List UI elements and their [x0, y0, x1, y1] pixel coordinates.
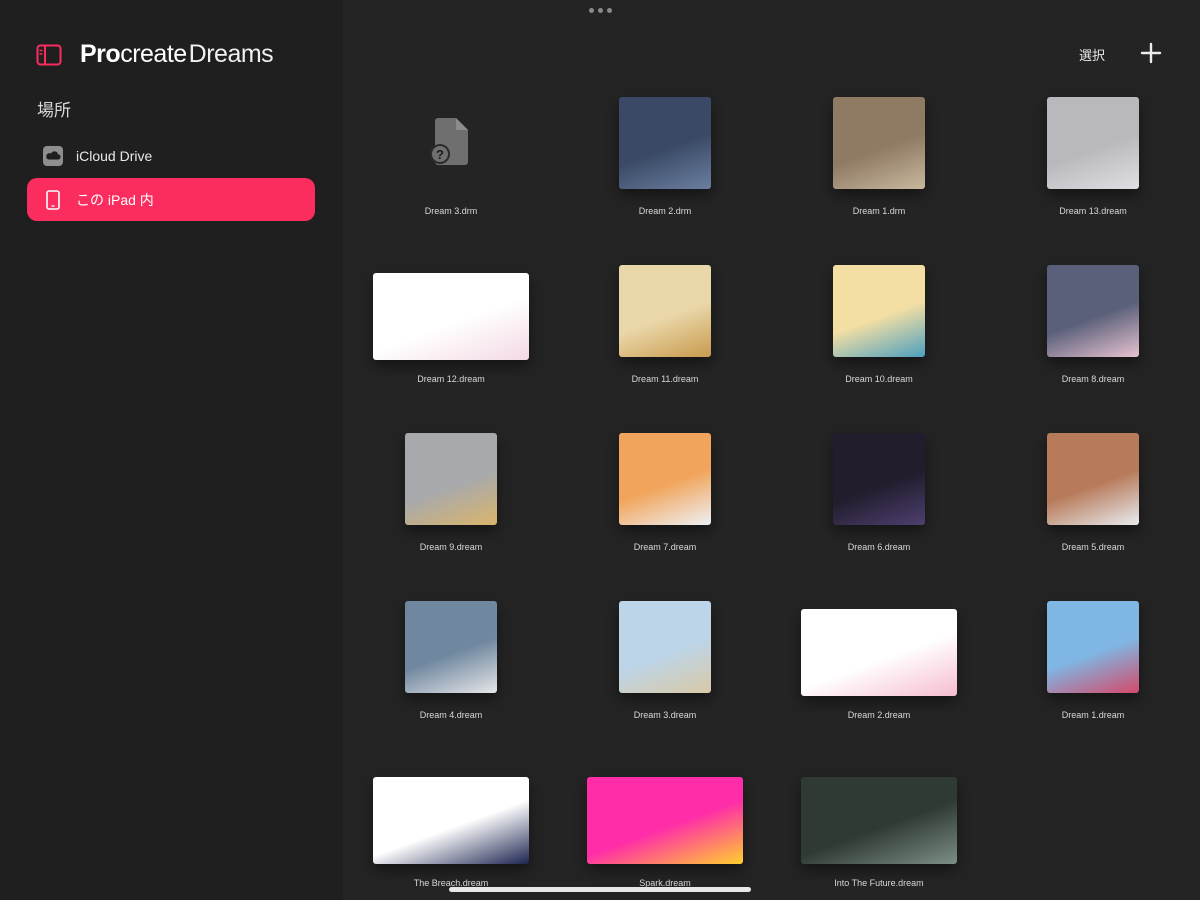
- file-thumbnail: [801, 777, 957, 864]
- location-label: この iPad 内: [76, 191, 154, 208]
- ipad-icon: [42, 189, 64, 211]
- file-tile[interactable]: Dream 9.dream: [344, 428, 558, 596]
- locations-section-title: 場所: [37, 101, 71, 120]
- file-tile[interactable]: Dream 12.dream: [344, 260, 558, 428]
- file-tile[interactable]: Dream 3.dream: [558, 596, 772, 764]
- brand-dreams: Dreams: [188, 40, 274, 68]
- file-name: Dream 8.dream: [1061, 374, 1125, 384]
- file-name: Dream 4.dream: [419, 710, 483, 720]
- file-name: Dream 6.dream: [847, 542, 911, 552]
- file-thumbnail: [833, 265, 925, 357]
- file-tile[interactable]: The Breach.dream: [344, 764, 558, 900]
- brand-create: create: [120, 40, 187, 68]
- file-thumbnail: [833, 433, 925, 525]
- file-tile[interactable]: Dream 1.drm: [772, 92, 986, 260]
- file-thumbnail: [619, 433, 711, 525]
- home-indicator[interactable]: [449, 887, 751, 892]
- file-thumbnail: [405, 433, 497, 525]
- file-thumbnail: [373, 273, 529, 360]
- file-thumbnail: [619, 97, 711, 189]
- app-logo: Pro create Dreams: [80, 40, 274, 69]
- file-tile[interactable]: Dream 4.dream: [344, 596, 558, 764]
- file-name: Dream 3.drm: [424, 206, 478, 216]
- cloud-icon: [42, 145, 64, 167]
- location-on-ipad[interactable]: この iPad 内: [27, 178, 315, 221]
- file-tile[interactable]: Dream 13.dream: [986, 92, 1200, 260]
- file-tile[interactable]: Dream 10.dream: [772, 260, 986, 428]
- file-tile[interactable]: Dream 7.dream: [558, 428, 772, 596]
- file-thumbnail: [373, 777, 529, 864]
- file-thumbnail: [619, 265, 711, 357]
- file-tile[interactable]: Dream 11.dream: [558, 260, 772, 428]
- file-name: Dream 5.dream: [1061, 542, 1125, 552]
- file-grid: ? Dream 3.drm Dream 2.drm Dream 1.drm Dream …: [344, 0, 1200, 900]
- file-name: Into The Future.dream: [834, 878, 924, 888]
- file-thumbnail: [801, 609, 957, 696]
- brand-header: Pro create Dreams: [36, 40, 274, 69]
- file-name: Dream 1.drm: [852, 206, 906, 216]
- file-tile[interactable]: Spark.dream: [558, 764, 772, 900]
- file-tile[interactable]: Dream 2.drm: [558, 92, 772, 260]
- file-tile[interactable]: Into The Future.dream: [772, 764, 986, 900]
- file-name: Dream 2.dream: [847, 710, 911, 720]
- file-name: Dream 12.dream: [417, 374, 485, 384]
- file-name: Dream 9.dream: [419, 542, 483, 552]
- file-name: Dream 3.dream: [633, 710, 697, 720]
- file-thumbnail: [1047, 601, 1139, 693]
- sidebar-toggle-icon[interactable]: [36, 44, 62, 66]
- file-tile[interactable]: Dream 1.dream: [986, 596, 1200, 764]
- file-tile[interactable]: Dream 8.dream: [986, 260, 1200, 428]
- file-name: Dream 11.dream: [631, 374, 699, 384]
- file-name: Dream 10.dream: [845, 374, 913, 384]
- file-name: Dream 13.dream: [1059, 206, 1127, 216]
- file-tile[interactable]: ? Dream 3.drm: [344, 92, 558, 260]
- brand-pro: Pro: [80, 40, 121, 68]
- sidebar: Pro create Dreams 場所 iCloud Drive この iPa…: [0, 0, 343, 900]
- file-tile[interactable]: Dream 2.dream: [772, 596, 986, 764]
- location-label: iCloud Drive: [76, 147, 153, 164]
- file-thumbnail: [833, 97, 925, 189]
- file-thumbnail: [1047, 265, 1139, 357]
- file-thumbnail: [1047, 97, 1139, 189]
- svg-text:?: ?: [436, 147, 444, 162]
- file-thumbnail: [587, 777, 743, 864]
- missing-file-icon: ?: [424, 114, 478, 168]
- file-thumbnail: [405, 601, 497, 693]
- file-thumbnail: [1047, 433, 1139, 525]
- location-icloud-drive[interactable]: iCloud Drive: [27, 134, 315, 177]
- file-name: Dream 1.dream: [1061, 710, 1125, 720]
- file-name: Dream 7.dream: [633, 542, 697, 552]
- file-tile[interactable]: Dream 6.dream: [772, 428, 986, 596]
- file-thumbnail: [619, 601, 711, 693]
- file-tile[interactable]: Dream 5.dream: [986, 428, 1200, 596]
- file-name: Dream 2.drm: [638, 206, 692, 216]
